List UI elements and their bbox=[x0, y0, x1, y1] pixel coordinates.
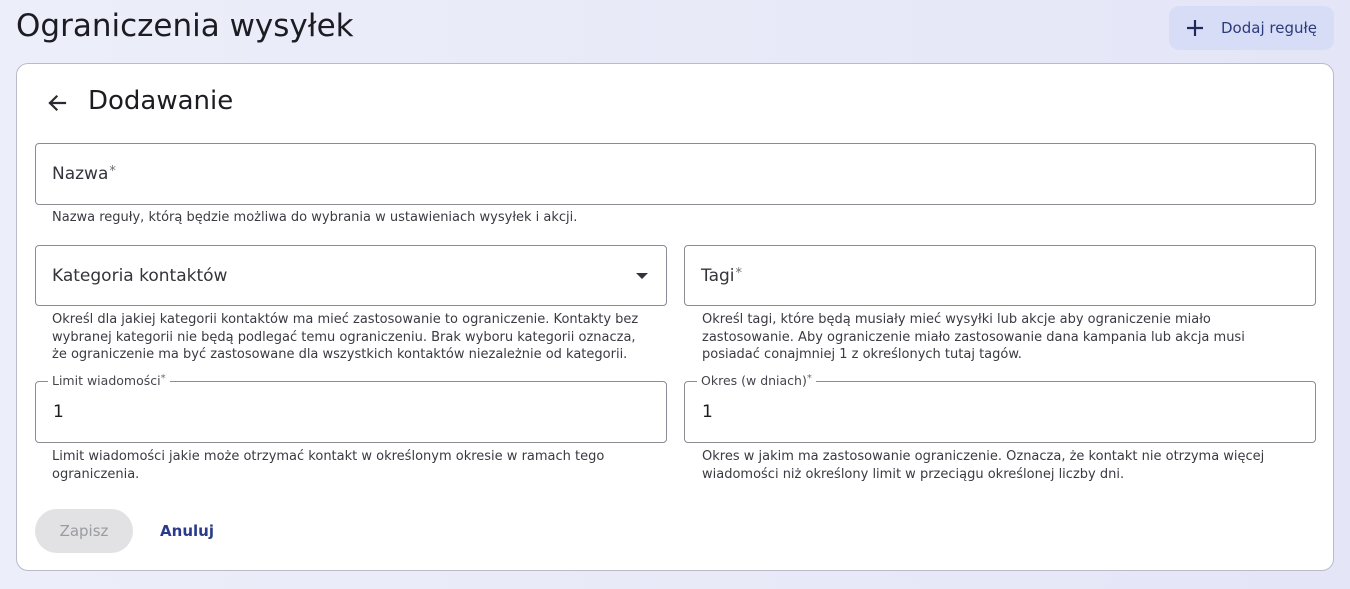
name-helper: Nazwa reguły, którą będzie możliwa do wy… bbox=[52, 210, 578, 225]
category-helper: Określ dla jakiej kategorii kontaktów ma… bbox=[52, 312, 639, 362]
period-label: Okres (w dniach) bbox=[701, 373, 807, 388]
period-helper: Okres w jakim ma zastosowanie ograniczen… bbox=[702, 449, 1265, 482]
add-rule-button[interactable]: Dodaj regułę bbox=[1169, 6, 1334, 50]
limit-label: Limit wiadomości bbox=[52, 373, 161, 388]
caret-down-icon bbox=[636, 272, 648, 279]
arrow-left-icon[interactable] bbox=[44, 90, 70, 116]
period-input[interactable]: Okres (w dniach)* 1 bbox=[684, 373, 1316, 443]
limit-helper: Limit wiadomości jakie może otrzymać kon… bbox=[52, 449, 605, 482]
cancel-button[interactable]: Anuluj bbox=[150, 509, 224, 553]
limit-value: 1 bbox=[53, 402, 64, 422]
category-label: Kategoria kontaktów bbox=[52, 265, 228, 286]
tags-required-mark: * bbox=[735, 265, 743, 281]
name-label: Nazwa bbox=[52, 164, 109, 184]
save-button[interactable]: Zapisz bbox=[35, 509, 133, 553]
add-rule-label: Dodaj regułę bbox=[1221, 19, 1317, 37]
limit-required-mark: * bbox=[160, 373, 166, 384]
tags-field[interactable]: Tagi* bbox=[684, 245, 1316, 306]
limit-input[interactable]: Limit wiadomości* 1 bbox=[35, 373, 667, 443]
name-field[interactable]: Nazwa* bbox=[35, 143, 1316, 205]
name-required-mark: * bbox=[109, 164, 116, 179]
plus-icon bbox=[1169, 19, 1221, 37]
form-title: Dodawanie bbox=[88, 86, 234, 116]
period-value: 1 bbox=[702, 402, 713, 422]
category-select[interactable]: Kategoria kontaktów bbox=[35, 245, 667, 306]
tags-label: Tagi bbox=[701, 265, 735, 286]
period-required-mark: * bbox=[806, 373, 812, 384]
tags-helper: Określ tagi, które będą musiały mieć wys… bbox=[702, 312, 1245, 362]
page-title: Ograniczenia wysyłek bbox=[16, 8, 354, 44]
